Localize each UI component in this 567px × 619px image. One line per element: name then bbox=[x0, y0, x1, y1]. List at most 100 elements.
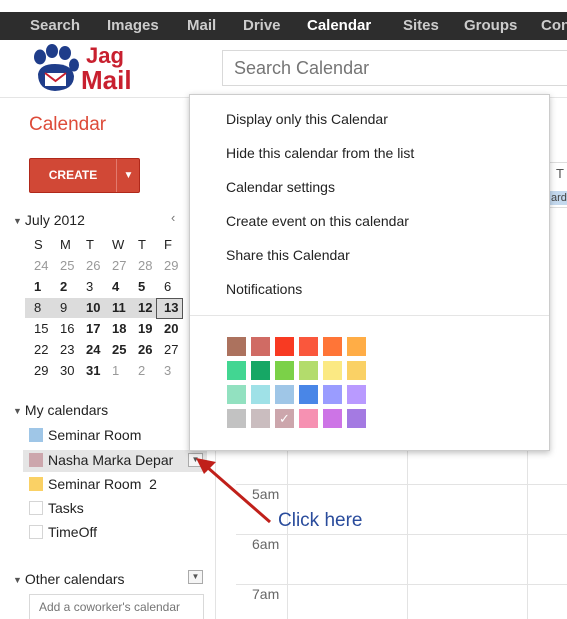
day-cell[interactable]: 17 bbox=[81, 320, 107, 338]
color-swatch[interactable] bbox=[251, 385, 270, 404]
nav-sites[interactable]: Sites bbox=[403, 12, 439, 40]
color-swatch[interactable] bbox=[299, 337, 318, 356]
calendar-item-tasks[interactable]: Tasks bbox=[29, 498, 84, 518]
color-swatch[interactable] bbox=[323, 337, 342, 356]
calendar-item-seminar-room-2[interactable]: Seminar Room 2 bbox=[29, 474, 157, 494]
day-cell[interactable]: 26 bbox=[133, 341, 159, 359]
day-cell[interactable]: 12 bbox=[133, 299, 159, 317]
day-cell[interactable]: 1 bbox=[29, 278, 55, 296]
calendar-item-label: Nasha Marka Depar bbox=[48, 452, 174, 468]
color-swatch[interactable] bbox=[227, 337, 246, 356]
day-cell[interactable]: 5 bbox=[133, 278, 159, 296]
day-column-header[interactable]: T ard bbox=[549, 162, 567, 208]
nav-groups[interactable]: Groups bbox=[464, 12, 517, 40]
create-button[interactable]: CREATE ▼ bbox=[29, 158, 140, 193]
jagmail-logo[interactable]: Jag Mail bbox=[30, 44, 140, 96]
all-day-event-chip[interactable]: ard bbox=[550, 191, 567, 205]
day-cell[interactable]: 20 bbox=[159, 320, 185, 338]
color-swatch[interactable] bbox=[347, 409, 366, 428]
menu-item-hide-calendar[interactable]: Hide this calendar from the list bbox=[226, 145, 414, 161]
color-swatch[interactable] bbox=[347, 337, 366, 356]
color-swatch[interactable] bbox=[275, 337, 294, 356]
menu-item-display-only[interactable]: Display only this Calendar bbox=[226, 111, 388, 127]
color-swatch[interactable] bbox=[323, 361, 342, 380]
calendar-item-seminar-room[interactable]: Seminar Room bbox=[29, 425, 141, 445]
nav-images[interactable]: Images bbox=[107, 12, 159, 40]
mini-calendar-month[interactable]: ▼ July 2012 bbox=[13, 212, 85, 228]
day-cell[interactable]: 28 bbox=[133, 257, 159, 275]
calendar-item-nasha-marka[interactable]: Nasha Marka Depar bbox=[29, 450, 173, 470]
nav-calendar[interactable]: Calendar bbox=[307, 12, 371, 40]
color-swatch[interactable] bbox=[251, 337, 270, 356]
collapse-triangle-icon[interactable]: ▼ bbox=[13, 406, 22, 416]
day-cell[interactable]: 9 bbox=[55, 299, 81, 317]
day-cell[interactable]: 31 bbox=[81, 362, 107, 380]
search-input[interactable] bbox=[223, 51, 567, 85]
color-swatch[interactable] bbox=[347, 385, 366, 404]
day-cell[interactable]: 3 bbox=[159, 362, 185, 380]
collapse-triangle-icon[interactable]: ▼ bbox=[13, 216, 22, 226]
day-cell[interactable]: 25 bbox=[55, 257, 81, 275]
color-swatch[interactable] bbox=[299, 361, 318, 380]
menu-item-notifications[interactable]: Notifications bbox=[226, 281, 302, 297]
nav-drive[interactable]: Drive bbox=[243, 12, 281, 40]
day-cell[interactable]: 18 bbox=[107, 320, 133, 338]
day-cell[interactable]: 3 bbox=[81, 278, 107, 296]
day-cell[interactable]: 4 bbox=[107, 278, 133, 296]
menu-item-share-calendar[interactable]: Share this Calendar bbox=[226, 247, 350, 263]
day-cell[interactable]: 1 bbox=[107, 362, 133, 380]
day-cell[interactable]: 10 bbox=[81, 299, 107, 317]
day-cell[interactable]: 16 bbox=[55, 320, 81, 338]
day-cell[interactable]: 24 bbox=[29, 257, 55, 275]
color-swatch[interactable] bbox=[251, 409, 270, 428]
calendar-item-timeoff[interactable]: TimeOff bbox=[29, 522, 97, 542]
menu-item-create-event[interactable]: Create event on this calendar bbox=[226, 213, 409, 229]
day-cell[interactable]: 15 bbox=[29, 320, 55, 338]
chevron-down-icon[interactable]: ▼ bbox=[117, 159, 140, 192]
collapse-triangle-icon[interactable]: ▼ bbox=[13, 575, 22, 585]
day-cell[interactable]: 30 bbox=[55, 362, 81, 380]
color-swatch[interactable] bbox=[251, 361, 270, 380]
color-swatch[interactable] bbox=[227, 385, 246, 404]
color-swatch[interactable] bbox=[275, 361, 294, 380]
day-cell[interactable]: 29 bbox=[29, 362, 55, 380]
my-calendars-header[interactable]: ▼ My calendars bbox=[13, 402, 108, 418]
weekday-label: M bbox=[60, 237, 71, 252]
day-cell[interactable]: 19 bbox=[133, 320, 159, 338]
nav-more[interactable]: Con bbox=[541, 12, 567, 40]
nav-mail[interactable]: Mail bbox=[187, 12, 216, 40]
nav-search[interactable]: Search bbox=[30, 12, 80, 40]
day-cell[interactable]: 22 bbox=[29, 341, 55, 359]
color-swatch[interactable] bbox=[323, 385, 342, 404]
other-calendars-header[interactable]: ▼ Other calendars bbox=[13, 571, 125, 587]
day-cell[interactable]: 29 bbox=[159, 257, 185, 275]
other-calendars-dropdown-icon[interactable]: ▼ bbox=[188, 570, 203, 584]
day-cell[interactable]: 8 bbox=[29, 299, 55, 317]
color-swatch[interactable] bbox=[227, 409, 246, 428]
day-cell[interactable]: 2 bbox=[133, 362, 159, 380]
day-cell[interactable]: 11 bbox=[107, 299, 133, 317]
color-swatch[interactable] bbox=[347, 361, 366, 380]
day-cell-today[interactable]: 13 bbox=[159, 299, 185, 317]
color-swatch[interactable] bbox=[227, 361, 246, 380]
add-coworker-input[interactable] bbox=[30, 595, 203, 619]
day-cell[interactable]: 2 bbox=[55, 278, 81, 296]
day-cell[interactable]: 23 bbox=[55, 341, 81, 359]
color-swatch[interactable] bbox=[299, 409, 318, 428]
day-cell[interactable]: 24 bbox=[81, 341, 107, 359]
day-cell[interactable]: 25 bbox=[107, 341, 133, 359]
color-swatch-selected[interactable]: ✓ bbox=[275, 409, 294, 428]
weekday-label: S bbox=[34, 237, 43, 252]
color-swatch[interactable] bbox=[275, 385, 294, 404]
paw-icon bbox=[34, 44, 79, 91]
color-swatch[interactable] bbox=[323, 409, 342, 428]
weekday-label: T bbox=[86, 237, 94, 252]
day-cell[interactable]: 26 bbox=[81, 257, 107, 275]
day-cell[interactable]: 27 bbox=[107, 257, 133, 275]
day-cell[interactable]: 27 bbox=[159, 341, 185, 359]
prev-month-icon[interactable]: ‹ bbox=[171, 210, 175, 225]
menu-item-calendar-settings[interactable]: Calendar settings bbox=[226, 179, 335, 195]
color-swatch[interactable] bbox=[299, 385, 318, 404]
calendar-item-label: Seminar Room bbox=[48, 427, 142, 443]
day-cell[interactable]: 6 bbox=[159, 278, 185, 296]
